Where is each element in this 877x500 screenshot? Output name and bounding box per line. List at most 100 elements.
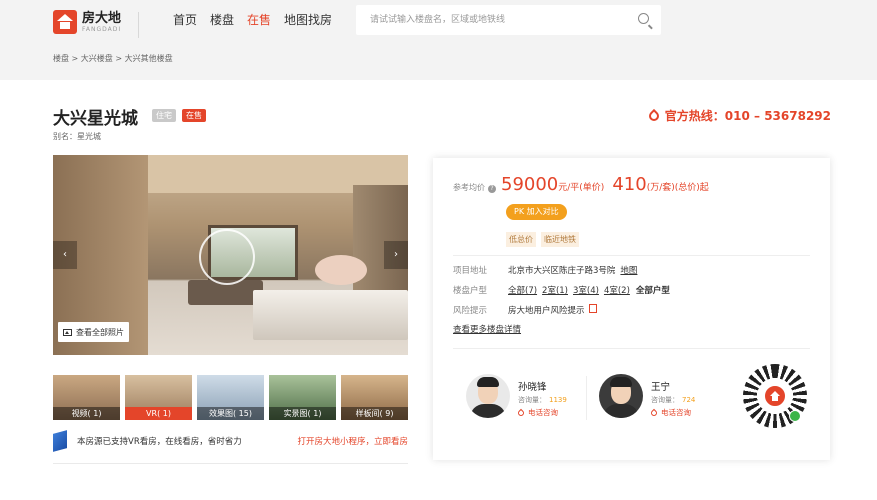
project-alias: 别名：星光城: [53, 132, 101, 141]
main-photo[interactable]: ‹ › 查看全部照片: [53, 155, 408, 355]
open-mini-program-link[interactable]: 打开房大地小程序，立即看房: [297, 435, 408, 447]
view-all-photos-button[interactable]: 查看全部照片: [58, 322, 129, 342]
thumb-label: 实景图( 1): [269, 407, 336, 420]
layout-link-all[interactable]: 全部(7): [508, 284, 537, 296]
vr-play-icon[interactable]: [199, 229, 255, 285]
thumbnail-strip: 视频( 1) VR( 1) 效果图( 15) 实景图( 1) 样板间( 9): [53, 375, 408, 420]
photo-dining-table: [253, 290, 408, 340]
phone-consult-label: 电话咨询: [528, 408, 558, 417]
phone-consult-button[interactable]: 电话咨询: [649, 407, 691, 418]
address-value: 北京市大兴区陈庄子路3号院: [508, 266, 616, 276]
avatar-suit: [470, 404, 506, 418]
gallery-next-button[interactable]: ›: [384, 241, 408, 269]
agent-divider: [586, 376, 587, 420]
wechat-icon: [789, 410, 801, 422]
unit-price-suffix: 元/平(单价): [558, 183, 605, 193]
vr-notice: 本房源已支持VR看房，在线看房，省时省力 打开房大地小程序，立即看房: [53, 430, 408, 452]
feature-tag: 临近地铁: [541, 232, 579, 247]
vr-icon: [53, 430, 67, 452]
help-icon[interactable]: ?: [488, 185, 496, 193]
logo-divider: [138, 12, 139, 38]
layout-row: 楼盘户型 全部(7) 2室(1) 3室(4) 4室(2) 全部户型: [453, 284, 670, 296]
document-icon[interactable]: [588, 304, 597, 313]
thumb-renderings[interactable]: 效果图( 15): [197, 375, 264, 420]
phone-icon: [516, 408, 526, 417]
nav-item-projects[interactable]: 楼盘: [210, 12, 234, 28]
house-logo-icon: [53, 10, 77, 34]
price-row: 参考均价 ? 59000 元/平(单价) 410 (万/套)(总价)起: [453, 174, 717, 195]
map-link[interactable]: 地图: [620, 264, 637, 276]
breadcrumb[interactable]: 楼盘 > 大兴楼盘 > 大兴其他楼盘: [53, 53, 173, 64]
logo-subtitle: FANGDADI: [82, 25, 122, 33]
add-to-compare-button[interactable]: PK 加入对比: [506, 204, 567, 220]
search-input[interactable]: [356, 5, 616, 35]
nav-item-on-sale[interactable]: 在售: [247, 12, 271, 28]
info-card: 参考均价 ? 59000 元/平(单价) 410 (万/套)(总价)起 PK 加…: [433, 158, 830, 460]
photo-flowers: [315, 255, 367, 285]
agent-consult-count: 咨询量： 724: [651, 395, 695, 405]
avatar-suit: [603, 404, 639, 418]
logo-name: 房大地: [82, 10, 122, 26]
nav-item-map[interactable]: 地图找房: [284, 12, 332, 28]
agent-consult-count: 咨询量： 1139: [518, 395, 567, 405]
address-row: 项目地址 北京市大兴区陈庄子路3号院 地图: [453, 264, 637, 276]
risk-row: 风险提示 房大地用户风险提示: [453, 304, 597, 316]
thumb-label: 视频( 1): [53, 407, 120, 420]
price-label: 参考均价: [453, 183, 485, 192]
page-title: 大兴星光城: [53, 109, 138, 129]
card-divider: [453, 255, 810, 256]
mini-program-qr-code[interactable]: [743, 364, 807, 428]
image-icon: [63, 328, 72, 336]
more-details-link[interactable]: 查看更多楼盘详情: [453, 323, 521, 335]
layout-link-2room[interactable]: 2室(1): [542, 284, 568, 296]
layout-label: 楼盘户型: [453, 286, 488, 296]
consult-count-value: 724: [682, 396, 696, 404]
phone-icon: [649, 408, 659, 417]
gallery-prev-button[interactable]: ‹: [53, 241, 77, 269]
agent-name: 王宁: [651, 382, 671, 393]
view-all-photos-label: 查看全部照片: [76, 327, 124, 337]
avatar-hair: [477, 377, 499, 387]
consult-count-label: 咨询量：: [518, 396, 546, 404]
agent-name: 孙晓锋: [518, 382, 547, 393]
thumb-label: 效果图( 15): [197, 407, 264, 420]
total-price-suffix: (万/套)(总价)起: [646, 183, 709, 193]
layout-link-3room[interactable]: 3室(4): [573, 284, 599, 296]
status-badge: 在售: [182, 109, 206, 122]
avatar: [599, 374, 643, 418]
main-nav: 首页 楼盘 在售 地图找房: [173, 12, 345, 28]
layout-link-4room[interactable]: 4室(2): [604, 284, 630, 296]
logo-text: 房大地 FANGDADI: [82, 12, 121, 33]
risk-text[interactable]: 房大地用户风险提示: [508, 304, 585, 316]
avatar-hair: [610, 377, 632, 387]
phone-consult-label: 电话咨询: [661, 408, 691, 417]
vr-notice-text: 本房源已支持VR看房，在线看房，省时省力: [77, 437, 242, 447]
vr-divider: [53, 463, 408, 464]
thumb-real-photos[interactable]: 实景图( 1): [269, 375, 336, 420]
all-layouts-link[interactable]: 全部户型: [636, 284, 670, 296]
thumb-show-flat[interactable]: 样板间( 9): [341, 375, 408, 420]
thumb-label: 样板间( 9): [341, 407, 408, 420]
thumb-video[interactable]: 视频( 1): [53, 375, 120, 420]
nav-item-home[interactable]: 首页: [173, 12, 197, 28]
hotline[interactable]: 官方热线：010 – 53678292: [646, 107, 831, 124]
site-logo[interactable]: 房大地 FANGDADI: [53, 10, 121, 34]
feature-tags: 低总价 临近地铁: [506, 232, 584, 247]
search-icon[interactable]: [638, 13, 649, 24]
search-box: [356, 5, 661, 35]
card-divider: [453, 348, 810, 349]
unit-price: 59000: [501, 174, 559, 195]
risk-label: 风险提示: [453, 306, 488, 316]
address-label: 项目地址: [453, 266, 488, 276]
thumb-vr[interactable]: VR( 1): [125, 375, 192, 420]
phone-consult-button[interactable]: 电话咨询: [516, 407, 558, 418]
feature-tag: 低总价: [506, 232, 536, 247]
hotline-text: 官方热线：010 – 53678292: [664, 109, 831, 123]
property-type-badge: 住宅: [152, 109, 176, 122]
thumb-label: VR( 1): [125, 407, 192, 420]
house-logo-icon: [763, 384, 787, 408]
phone-icon: [646, 108, 661, 123]
avatar: [466, 374, 510, 418]
consult-count-value: 1139: [549, 396, 567, 404]
total-price: 410: [612, 174, 647, 195]
